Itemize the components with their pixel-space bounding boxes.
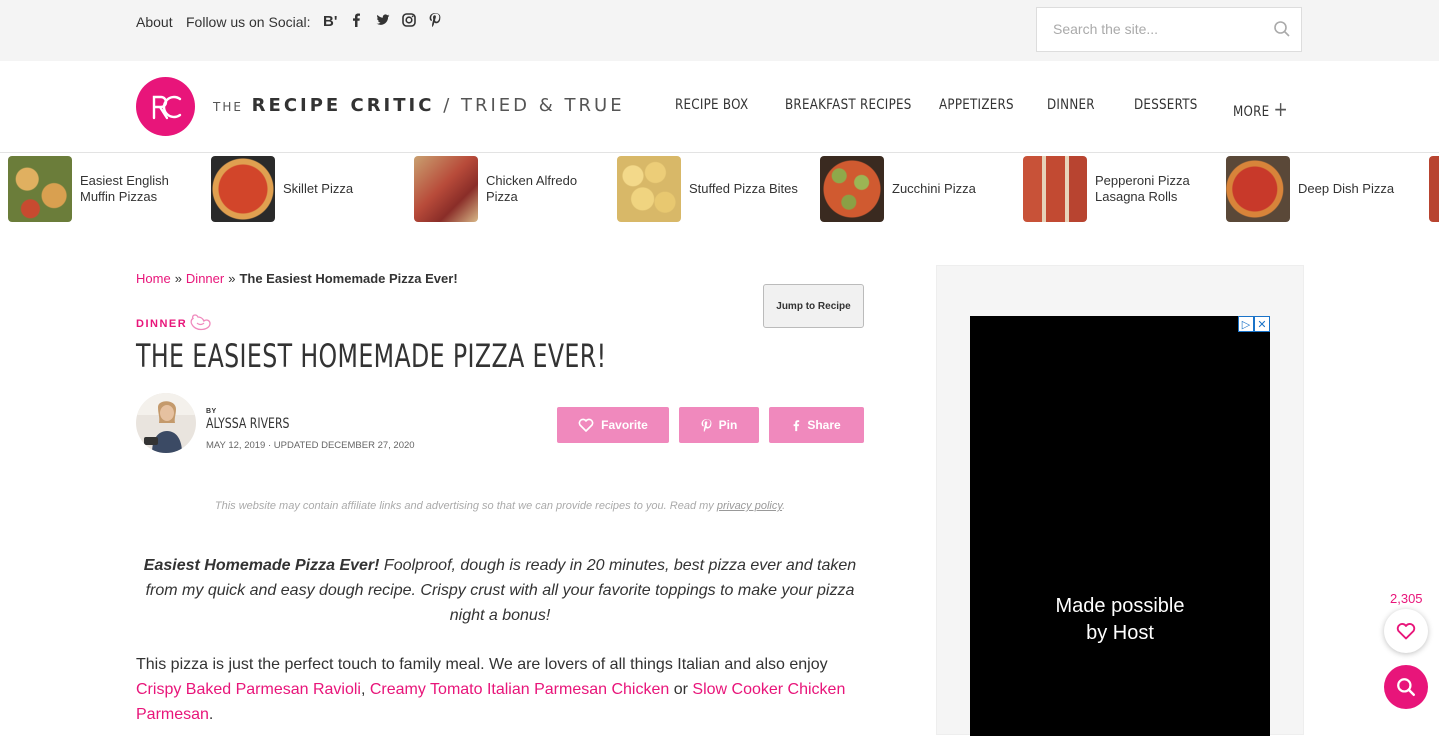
body-end: .	[208, 706, 214, 723]
jump-to-recipe-button[interactable]: Jump to Recipe	[763, 284, 864, 328]
recipe-thumbnail	[820, 156, 884, 222]
about-link[interactable]: About	[136, 14, 173, 30]
facebook-icon[interactable]	[351, 13, 361, 30]
carousel-label: Deep Dish Pizza	[1298, 181, 1395, 196]
breadcrumb-separator: »	[174, 271, 182, 286]
search-box	[1036, 7, 1302, 52]
recipe-carousel: Easiest English Muffin Pizzas Skillet Pi…	[0, 153, 1439, 225]
page-title: THE EASIEST HOMEMADE PIZZA EVER!	[136, 337, 607, 375]
pinterest-icon[interactable]	[429, 13, 441, 30]
nav-more-label: MORE	[1233, 104, 1270, 120]
site-header: THE RECIPE CRITIC / TRIED & TRUE RECIPE …	[0, 61, 1439, 153]
body-or: or	[669, 681, 693, 698]
carousel-label: Easiest English Muffin Pizzas	[80, 173, 169, 204]
ad-close-icon[interactable]: ✕	[1254, 316, 1270, 332]
twitter-icon[interactable]	[376, 13, 390, 30]
share-button[interactable]: Share	[769, 407, 864, 443]
heart-icon	[1396, 623, 1416, 640]
intro-paragraph: Easiest Homemade Pizza Ever! Foolproof, …	[136, 553, 864, 628]
author-name[interactable]: ALYSSA RIVERS	[206, 416, 289, 432]
recipe-thumbnail	[1023, 156, 1087, 222]
search-icon	[1397, 678, 1415, 696]
post-dates: MAY 12, 2019 · UPDATED DECEMBER 27, 2020	[206, 440, 415, 451]
breadcrumb-dinner[interactable]: Dinner	[186, 271, 224, 286]
site-logo-text[interactable]: THE RECIPE CRITIC / TRIED & TRUE	[213, 95, 625, 116]
recipe-thumbnail	[414, 156, 478, 222]
search-icon[interactable]	[1273, 20, 1291, 38]
body-text: This pizza is just the perfect touch to …	[136, 656, 828, 673]
recipe-thumbnail	[1429, 156, 1439, 222]
pinterest-icon	[701, 418, 712, 432]
nav-dinner[interactable]: DINNER	[1047, 97, 1095, 113]
recipe-thumbnail	[211, 156, 275, 222]
body-paragraph: This pizza is just the perfect touch to …	[136, 652, 864, 727]
category-link[interactable]: DINNER	[136, 318, 187, 330]
author-by-label: BY	[206, 408, 217, 415]
ad-line-1: Made possible	[1055, 595, 1185, 617]
pin-label: Pin	[718, 418, 738, 432]
facebook-icon	[793, 419, 800, 431]
top-bar: About Follow us on Social: B'	[0, 0, 1439, 61]
carousel-label: Chicken Alfredo Pizza	[486, 173, 578, 204]
recipe-link[interactable]: Creamy Tomato Italian Parmesan Chicken	[370, 681, 669, 698]
floating-favorite-button[interactable]	[1384, 609, 1428, 653]
follow-label: Follow us on Social:	[186, 14, 311, 30]
affiliate-disclaimer: This website may contain affiliate links…	[136, 500, 864, 512]
breadcrumb-current: The Easiest Homemade Pizza Ever!	[239, 271, 458, 286]
ad-text: Made possible by Host	[970, 593, 1270, 647]
nav-recipe-box[interactable]: RECIPE BOX	[675, 97, 748, 113]
ad-controls: ▷ ✕	[1238, 316, 1270, 332]
carousel-label: Skillet Pizza	[283, 181, 354, 196]
pin-button[interactable]: Pin	[679, 407, 759, 443]
recipe-link[interactable]: Crispy Baked Parmesan Ravioli	[136, 681, 361, 698]
nav-appetizers[interactable]: APPETIZERS	[939, 97, 1014, 113]
favorites-count: 2,305	[1390, 591, 1423, 606]
floating-search-button[interactable]	[1384, 665, 1428, 709]
recipe-thumbnail	[1226, 156, 1290, 222]
carousel-label: Zucchini Pizza	[892, 181, 976, 196]
site-logo[interactable]	[136, 77, 195, 136]
logo-tagline: TRIED & TRUE	[461, 95, 625, 116]
plus-icon: +	[1273, 97, 1288, 121]
adchoices-icon[interactable]: ▷	[1238, 316, 1254, 332]
disclaimer-text: This website may contain affiliate links…	[214, 500, 717, 512]
privacy-policy-link[interactable]: privacy policy	[717, 500, 782, 512]
favorite-label: Favorite	[601, 418, 648, 432]
search-input[interactable]	[1051, 20, 1265, 38]
recipe-thumbnail	[617, 156, 681, 222]
intro-bold: Easiest Homemade Pizza Ever!	[143, 557, 380, 574]
chicken-icon	[190, 314, 211, 331]
body-comma: ,	[360, 681, 370, 698]
recipe-thumbnail	[8, 156, 72, 222]
breadcrumb-separator: »	[228, 271, 236, 286]
author-avatar[interactable]	[136, 393, 196, 453]
nav-breakfast-recipes[interactable]: BREAKFAST RECIPES	[785, 97, 912, 113]
breadcrumb-home[interactable]: Home	[136, 271, 171, 286]
nav-more[interactable]: MORE +	[1233, 97, 1288, 121]
ad-line-2: by Host	[1086, 622, 1154, 644]
instagram-icon[interactable]	[402, 13, 416, 30]
logo-the: THE	[213, 100, 243, 114]
logo-name: RECIPE CRITIC	[251, 95, 435, 116]
carousel-label: Pepperoni Pizza Lasagna Rolls	[1095, 173, 1190, 204]
logo-divider: /	[443, 95, 453, 116]
favorite-button[interactable]: Favorite	[557, 407, 669, 443]
nav-desserts[interactable]: DESSERTS	[1134, 97, 1198, 113]
bloglovin-icon[interactable]: B'	[323, 13, 337, 30]
disclaimer-end: .	[782, 500, 786, 512]
breadcrumb: Home» Dinner» The Easiest Homemade Pizza E…	[136, 271, 458, 286]
advertisement[interactable]: ▷ ✕ Made possible by Host	[970, 316, 1270, 736]
share-label: Share	[807, 418, 841, 432]
heart-icon	[578, 418, 594, 432]
carousel-label: Stuffed Pizza Bites	[689, 181, 798, 196]
